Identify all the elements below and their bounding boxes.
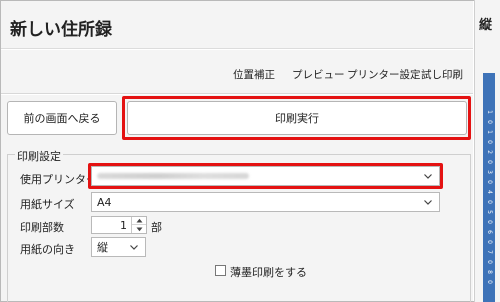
chevron-down-icon — [130, 245, 138, 250]
page-title: 新しい住所録 — [10, 20, 112, 40]
test-print-link[interactable]: 試し印刷 — [421, 67, 463, 82]
ruler-tick: 8 — [486, 270, 493, 274]
ruler-tick: 0 — [486, 160, 493, 164]
light-ink-label[interactable]: 薄墨印刷をする — [230, 264, 307, 280]
ruler-tick: 0 — [486, 240, 493, 244]
toolbar: 位置補正 プレビュー プリンター設定 試し印刷 — [1, 50, 473, 94]
ruler-tick: 2 — [486, 150, 493, 154]
ruler-tick: 5 — [486, 210, 493, 214]
back-button[interactable]: 前の画面へ戻る — [7, 101, 117, 135]
caret-down-icon[interactable] — [132, 225, 146, 233]
copies-unit: 部 — [151, 221, 162, 234]
ruler-tick: 0 — [486, 200, 493, 204]
printer-select-highlight — [88, 163, 443, 189]
printer-settings-link[interactable]: プリンター設定 — [347, 67, 421, 82]
copies-stepper[interactable]: 1 — [91, 216, 147, 234]
ruler-tick: 6 — [486, 230, 493, 234]
side-panel-header: 縦 — [479, 18, 493, 33]
paper-size-select[interactable]: A4 — [91, 192, 440, 212]
paper-size-value: A4 — [97, 195, 112, 209]
ruler-tick: 4 — [486, 190, 493, 194]
vertical-ruler: 1 0 1 0 2 0 3 0 4 0 5 0 6 0 7 0 8 0 — [483, 73, 495, 302]
print-content: 前の画面へ戻る 印刷実行 印刷設定 使用プリンター 用紙サイズ A4 印刷部数 … — [1, 95, 473, 302]
ruler-tick: 1 — [486, 130, 493, 134]
ruler-tick: 0 — [486, 280, 493, 284]
chevron-down-icon — [424, 200, 432, 205]
position-correction-link[interactable]: 位置補正 — [233, 67, 275, 82]
light-ink-checkbox[interactable] — [215, 265, 226, 276]
copies-label: 印刷部数 — [20, 221, 64, 234]
ruler-tick: 3 — [486, 170, 493, 174]
ruler-tick: 7 — [486, 250, 493, 254]
title-bar: 新しい住所録 — [1, 1, 473, 49]
printer-label: 使用プリンター — [20, 173, 97, 186]
ruler-tick: 0 — [486, 180, 493, 184]
preview-link[interactable]: プレビュー — [292, 67, 345, 82]
ruler-tick: 0 — [486, 140, 493, 144]
print-settings-title: 印刷設定 — [15, 148, 63, 164]
ruler-tick: 0 — [486, 260, 493, 264]
print-button-highlight — [122, 96, 471, 140]
orientation-value: 縦 — [97, 241, 108, 254]
side-preview-panel: 縦 1 0 1 0 2 0 3 0 4 0 5 0 6 0 7 0 8 0 — [474, 0, 500, 302]
main-panel: 新しい住所録 位置補正 プレビュー プリンター設定 試し印刷 前の画面へ戻る 印… — [1, 1, 473, 302]
orientation-select[interactable]: 縦 — [91, 237, 146, 257]
ruler-tick: 0 — [486, 220, 493, 224]
caret-up-icon[interactable] — [132, 217, 146, 225]
orientation-label: 用紙の向き — [20, 243, 75, 256]
ruler-tick: 1 — [486, 110, 493, 114]
copies-spin-buttons — [131, 217, 146, 233]
copies-value: 1 — [120, 219, 127, 232]
ruler-tick: 0 — [486, 120, 493, 124]
paper-size-label: 用紙サイズ — [20, 198, 75, 211]
